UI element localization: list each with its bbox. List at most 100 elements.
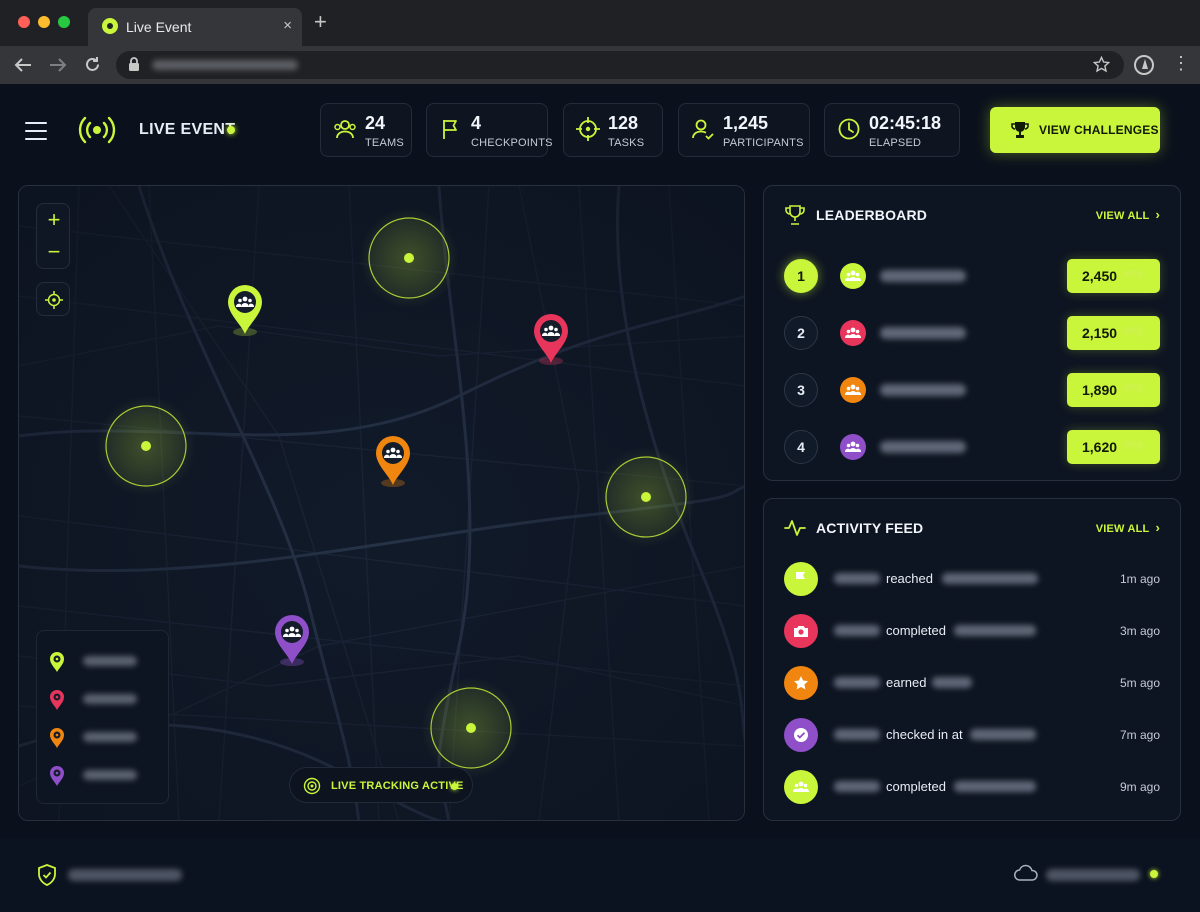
feed-check-badge	[784, 718, 818, 752]
points-unit: PTS	[1124, 327, 1144, 338]
pin-icon	[50, 766, 64, 786]
lock-icon	[129, 57, 139, 71]
points-value: 1,890	[1082, 382, 1118, 398]
teams-icon	[334, 120, 356, 139]
leaderboard-panel: LEADERBOARD VIEW ALL › 1 2,450 PTS 2 2,150…	[763, 185, 1181, 481]
teams-icon	[845, 441, 861, 452]
rank-badge: 2	[784, 316, 818, 350]
view-challenges-label: VIEW CHALLENGES	[1039, 123, 1159, 137]
pin-icon	[50, 652, 64, 672]
points-value: 2,450	[1082, 268, 1118, 284]
points-value: 1,620	[1082, 439, 1118, 455]
address-bar[interactable]	[116, 51, 1124, 79]
legend-item	[49, 651, 159, 672]
live-tracking-dot	[451, 783, 458, 790]
team-avatar	[840, 377, 866, 403]
recenter-button[interactable]	[36, 282, 70, 316]
live-tracking-label: LIVE TRACKING ACTIVE	[331, 780, 464, 792]
team-avatar	[840, 320, 866, 346]
feed-actor	[834, 573, 880, 584]
bookmark-star-icon[interactable]	[1093, 56, 1110, 73]
checkpoint-zone[interactable]	[596, 447, 696, 547]
footer-bar	[0, 838, 1200, 912]
live-tracking-indicator: LIVE TRACKING ACTIVE	[289, 767, 473, 803]
tab-title: Live Event	[126, 19, 192, 35]
stat-elapsed: 02:45:18 ELAPSED	[824, 103, 960, 157]
legend-label	[83, 732, 137, 742]
teams-icon	[845, 384, 861, 395]
feed-target	[932, 677, 972, 688]
activity-feed-panel: ACTIVITY FEED VIEW ALL › reached 1m ago c…	[763, 498, 1181, 821]
minimize-window-button[interactable]	[38, 16, 50, 28]
clock-icon	[838, 118, 860, 140]
points-badge: 2,450 PTS	[1067, 259, 1160, 293]
star-icon	[794, 676, 808, 690]
leaderboard-view-all-link[interactable]: VIEW ALL ›	[1096, 207, 1160, 222]
browser-menu-icon[interactable]: ⋮	[1172, 54, 1190, 72]
teams-icon	[845, 327, 861, 338]
legend-item	[49, 727, 159, 748]
stat-label: PARTICIPANTS	[723, 137, 804, 149]
trophy-icon	[785, 205, 805, 225]
teams-icon	[845, 270, 861, 281]
stat-value: 1,245	[723, 113, 769, 133]
checkpoint-zone[interactable]	[96, 396, 196, 496]
flag-icon	[796, 572, 805, 586]
feed-target	[954, 781, 1036, 792]
zoom-in-button[interactable]: +	[37, 204, 71, 236]
stat-label: CHECKPOINTS	[471, 137, 553, 149]
back-arrow-icon[interactable]	[14, 57, 32, 73]
team-name	[880, 270, 966, 282]
activity-feed-title: ACTIVITY FEED	[816, 520, 924, 536]
checkpoint-zone[interactable]	[421, 678, 521, 778]
activity-view-all-link[interactable]: VIEW ALL ›	[1096, 520, 1160, 535]
points-value: 2,150	[1082, 325, 1118, 341]
event-map[interactable]: + − LIVE TRACKING ACTIVE	[18, 185, 745, 821]
flag-icon	[443, 120, 457, 139]
tab-close-icon[interactable]: ×	[283, 17, 292, 34]
feed-verb: earned	[886, 675, 927, 690]
feed-flag-badge	[784, 562, 818, 596]
close-window-button[interactable]	[18, 16, 30, 28]
team-name	[880, 327, 966, 339]
leaderboard-row[interactable]: 4 1,620 PTS	[764, 427, 1182, 467]
zoom-out-button[interactable]: −	[37, 236, 71, 268]
rank-badge: 1	[784, 259, 818, 293]
activity-item[interactable]: checked in at 7m ago	[764, 716, 1182, 752]
activity-item[interactable]: completed 3m ago	[764, 612, 1182, 648]
camera-icon	[794, 626, 808, 637]
maximize-window-button[interactable]	[58, 16, 70, 28]
activity-item[interactable]: completed 9m ago	[764, 768, 1182, 804]
forward-arrow-icon[interactable]	[49, 57, 67, 73]
feed-verb: reached	[886, 571, 933, 586]
feed-camera-badge	[784, 614, 818, 648]
reload-icon[interactable]	[84, 56, 101, 73]
browser-tab[interactable]: Live Event ×	[88, 8, 302, 46]
feed-actor	[834, 729, 880, 740]
pulse-icon	[784, 520, 806, 536]
shield-icon	[38, 864, 56, 886]
team-avatar	[840, 434, 866, 460]
menu-icon[interactable]	[25, 122, 47, 146]
pin-icon	[50, 728, 64, 748]
browser-toolbar: ⋮	[0, 46, 1200, 84]
view-challenges-button[interactable]: VIEW CHALLENGES	[990, 107, 1160, 153]
leaderboard-row[interactable]: 3 1,890 PTS	[764, 370, 1182, 410]
leaderboard-row[interactable]: 2 2,150 PTS	[764, 313, 1182, 353]
stat-participants: 1,245 PARTICIPANTS	[678, 103, 810, 157]
view-all-label: VIEW ALL	[1095, 210, 1150, 222]
checkpoint-zone[interactable]	[359, 208, 459, 308]
activity-item[interactable]: reached 1m ago	[764, 560, 1182, 596]
stat-label: TEAMS	[365, 137, 404, 149]
broadcast-icon	[78, 116, 116, 144]
extension-icon[interactable]	[1134, 55, 1154, 75]
feed-time: 5m ago	[1119, 676, 1160, 690]
cloud-icon	[1014, 864, 1038, 881]
activity-item[interactable]: earned 5m ago	[764, 664, 1182, 700]
feed-time: 1m ago	[1119, 572, 1160, 586]
leaderboard-row[interactable]: 1 2,450 PTS	[764, 256, 1182, 296]
feed-teams-badge	[784, 770, 818, 804]
new-tab-button[interactable]: +	[314, 11, 327, 33]
feed-actor	[834, 781, 880, 792]
legend-label	[83, 656, 137, 666]
